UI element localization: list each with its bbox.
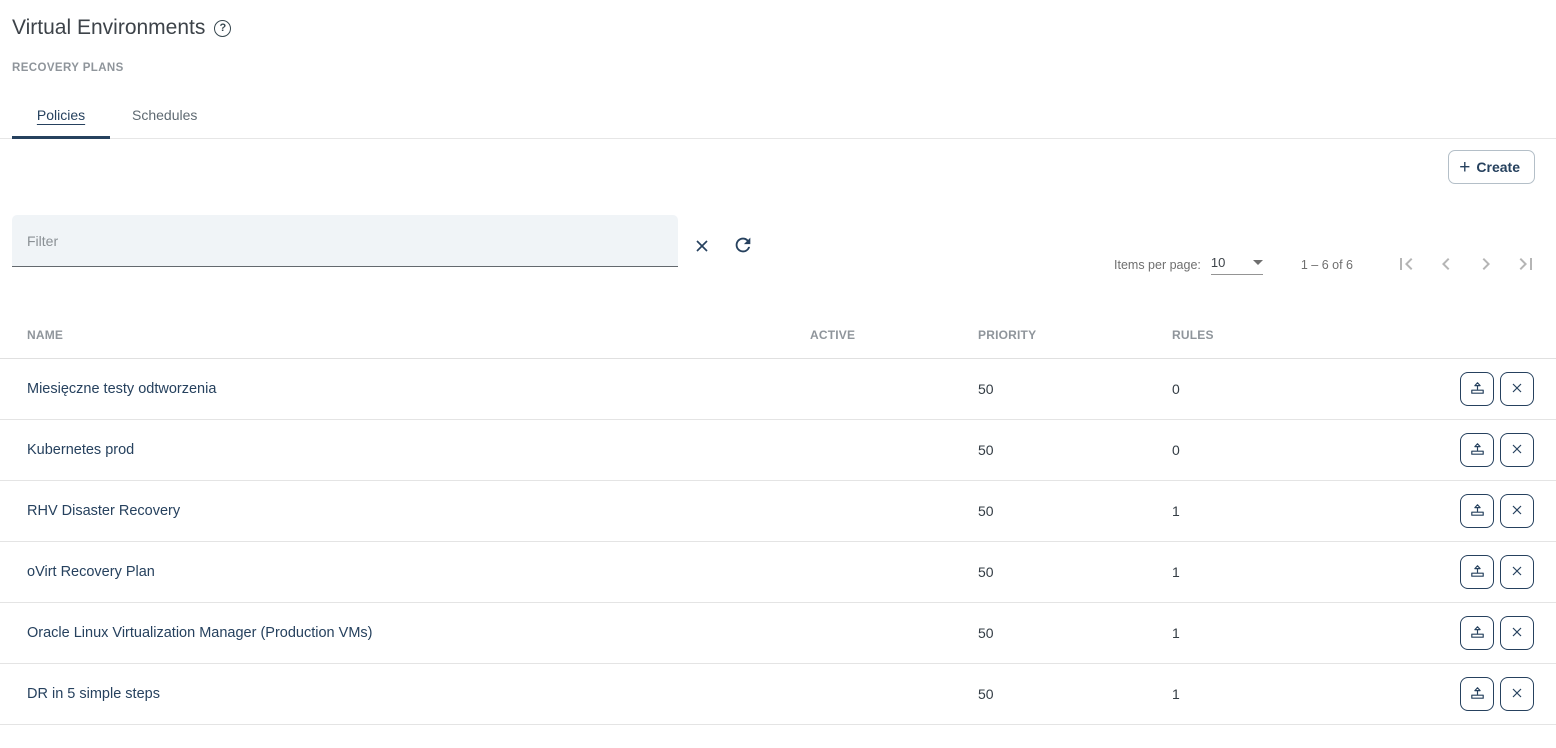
- tab-schedules[interactable]: Schedules: [110, 91, 219, 138]
- policy-name-link[interactable]: Kubernetes prod: [27, 442, 134, 458]
- chevron-left-icon: [1434, 252, 1458, 279]
- chevron-down-icon: [1253, 260, 1263, 265]
- column-header-rules: RULES: [1160, 328, 1320, 342]
- delete-button[interactable]: [1500, 677, 1534, 711]
- next-page-button[interactable]: [1470, 249, 1502, 281]
- items-per-page-label: Items per page:: [1114, 258, 1201, 272]
- policy-name-link[interactable]: Miesięczne testy odtworzenia: [27, 381, 216, 397]
- toolbar: + Create: [0, 150, 1556, 184]
- restore-unarchive-icon: [1468, 683, 1487, 705]
- restore-button[interactable]: [1460, 433, 1494, 467]
- table-row[interactable]: RHV Disaster Recovery 50 1: [0, 481, 1556, 542]
- delete-button[interactable]: [1500, 372, 1534, 406]
- close-icon: [1509, 563, 1525, 582]
- close-icon: [1509, 441, 1525, 460]
- policy-name-link[interactable]: Oracle Linux Virtualization Manager (Pro…: [27, 625, 372, 641]
- page-range-label: 1 – 6 of 6: [1301, 258, 1353, 272]
- rules-count: 1: [1160, 625, 1320, 641]
- table-row[interactable]: Oracle Linux Virtualization Manager (Pro…: [0, 603, 1556, 664]
- previous-page-button[interactable]: [1430, 249, 1462, 281]
- restore-unarchive-icon: [1468, 439, 1487, 461]
- clear-filter-button[interactable]: [692, 236, 712, 259]
- rules-count: 1: [1160, 686, 1320, 702]
- column-header-active: ACTIVE: [798, 328, 966, 342]
- rules-count: 1: [1160, 503, 1320, 519]
- plus-icon: +: [1459, 158, 1470, 177]
- restore-button[interactable]: [1460, 677, 1494, 711]
- delete-button[interactable]: [1500, 494, 1534, 528]
- last-page-button[interactable]: [1510, 249, 1542, 281]
- priority-value: 50: [966, 381, 1160, 397]
- page-title: Virtual Environments: [12, 14, 205, 42]
- table-row[interactable]: Kubernetes prod 50 0: [0, 420, 1556, 481]
- refresh-button[interactable]: [732, 234, 754, 259]
- chevron-right-icon: [1474, 252, 1498, 279]
- create-button-label: Create: [1476, 159, 1520, 175]
- rules-count: 0: [1160, 442, 1320, 458]
- tab-policies-label: Policies: [37, 107, 85, 123]
- tab-schedules-label: Schedules: [132, 107, 197, 123]
- controls-row: Items per page: 10 1 – 6 of 6: [0, 215, 1556, 267]
- restore-button[interactable]: [1460, 494, 1494, 528]
- delete-button[interactable]: [1500, 433, 1534, 467]
- close-icon: [1509, 502, 1525, 521]
- restore-button[interactable]: [1460, 555, 1494, 589]
- tab-bar: Policies Schedules: [0, 91, 1556, 139]
- page-size-select[interactable]: 10: [1211, 255, 1263, 275]
- first-page-button[interactable]: [1390, 249, 1422, 281]
- table-header-row: NAME ACTIVE PRIORITY RULES: [0, 312, 1556, 359]
- restore-button[interactable]: [1460, 372, 1494, 406]
- rules-count: 1: [1160, 564, 1320, 580]
- create-button[interactable]: + Create: [1448, 150, 1535, 184]
- filter-field: [12, 215, 678, 267]
- priority-value: 50: [966, 625, 1160, 641]
- section-subtitle: RECOVERY PLANS: [12, 62, 1544, 74]
- priority-value: 50: [966, 442, 1160, 458]
- restore-unarchive-icon: [1468, 561, 1487, 583]
- delete-button[interactable]: [1500, 616, 1534, 650]
- priority-value: 50: [966, 686, 1160, 702]
- restore-unarchive-icon: [1468, 500, 1487, 522]
- restore-unarchive-icon: [1468, 378, 1487, 400]
- restore-unarchive-icon: [1468, 622, 1487, 644]
- delete-button[interactable]: [1500, 555, 1534, 589]
- last-page-icon: [1514, 252, 1538, 279]
- priority-value: 50: [966, 564, 1160, 580]
- table-row[interactable]: oVirt Recovery Plan 50 1: [0, 542, 1556, 603]
- policy-name-link[interactable]: DR in 5 simple steps: [27, 686, 160, 702]
- policy-name-link[interactable]: RHV Disaster Recovery: [27, 503, 180, 519]
- priority-value: 50: [966, 503, 1160, 519]
- filter-input[interactable]: [12, 215, 678, 266]
- rules-count: 0: [1160, 381, 1320, 397]
- policy-name-link[interactable]: oVirt Recovery Plan: [27, 564, 155, 580]
- table-row[interactable]: Miesięczne testy odtworzenia 50 0: [0, 359, 1556, 420]
- refresh-icon: [732, 234, 754, 259]
- help-icon[interactable]: ?: [214, 20, 231, 37]
- table-row[interactable]: DR in 5 simple steps 50 1: [0, 664, 1556, 725]
- page-size-value: 10: [1211, 255, 1225, 270]
- paginator: Items per page: 10 1 – 6 of 6: [1114, 249, 1542, 281]
- close-icon: [1509, 380, 1525, 399]
- column-header-priority: PRIORITY: [966, 328, 1160, 342]
- paginator-nav: [1390, 249, 1542, 281]
- policies-table: NAME ACTIVE PRIORITY RULES Miesięczne te…: [0, 312, 1556, 725]
- close-icon: [692, 236, 712, 259]
- first-page-icon: [1394, 252, 1418, 279]
- close-icon: [1509, 624, 1525, 643]
- tab-policies[interactable]: Policies: [12, 91, 110, 138]
- page-header: Virtual Environments ? RECOVERY PLANS: [0, 0, 1556, 74]
- restore-button[interactable]: [1460, 616, 1494, 650]
- column-header-name: NAME: [0, 328, 798, 342]
- table-body: Miesięczne testy odtworzenia 50 0: [0, 359, 1556, 725]
- close-icon: [1509, 685, 1525, 704]
